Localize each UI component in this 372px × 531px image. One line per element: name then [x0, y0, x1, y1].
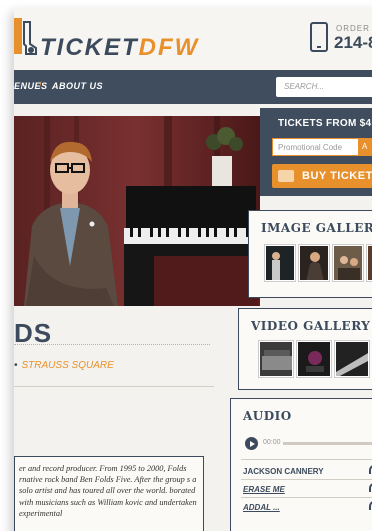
artist-hero-image — [14, 116, 260, 306]
phone-icon — [310, 22, 328, 52]
artist-bio: er and record producer. From 1995 to 200… — [14, 456, 204, 531]
order-phone-number[interactable]: 214-8 — [334, 33, 372, 53]
buy-tickets-button[interactable]: BUY TICKET — [272, 164, 372, 188]
tickets-box: TICKETS FROM $45! Promotional Code A BUY… — [260, 108, 372, 196]
logo-text-dfw: DFW — [138, 34, 200, 61]
gallery-thumbnail[interactable] — [367, 245, 372, 281]
video-thumbnail[interactable] — [335, 341, 369, 377]
video-gallery-panel: VIDEO GALLERY — [238, 308, 372, 390]
play-icon[interactable] — [245, 437, 258, 450]
ticket-logo-icon[interactable] — [14, 16, 38, 60]
track-divider — [241, 459, 372, 460]
track-item[interactable]: ERASE ME — [243, 485, 285, 494]
audio-time: 00:00 — [263, 439, 281, 446]
promo-code-input[interactable]: Promotional Code — [272, 138, 370, 156]
video-gallery-title: VIDEO GALLERY — [251, 319, 371, 333]
image-gallery-panel: IMAGE GALLERY — [248, 210, 372, 298]
gallery-thumbnail[interactable] — [265, 245, 295, 281]
audio-title: AUDIO — [243, 409, 292, 423]
venue-line: • STRAUSS SQUARE — [14, 360, 114, 371]
promo-apply-button[interactable]: A — [358, 138, 372, 156]
image-gallery-title: IMAGE GALLERY — [261, 221, 372, 235]
track-divider — [241, 479, 372, 480]
order-label: ORDER B — [336, 24, 372, 33]
audio-panel: AUDIO 00:00 JACKSON CANNERY ERASE ME ADD… — [230, 398, 372, 531]
gallery-thumbnail[interactable] — [299, 245, 329, 281]
ticket-icon — [278, 170, 294, 182]
buy-tickets-label: BUY TICKET — [302, 170, 372, 182]
logo-text-ticket: TICKET — [40, 34, 139, 61]
track-item[interactable]: JACKSON CANNERY — [243, 467, 324, 476]
venue-bullet: • — [14, 360, 18, 371]
video-thumbnail[interactable] — [259, 341, 293, 377]
gallery-thumbnail[interactable] — [333, 245, 363, 281]
tickets-price-title: TICKETS FROM $45! — [278, 118, 372, 129]
nav-separator: / — [39, 80, 42, 90]
photo-stage: TICKETDFW ORDER B 214-8 ENUES / ABOUT US… — [0, 0, 372, 531]
main-nav: ENUES / ABOUT US SEARCH... — [14, 70, 372, 104]
video-thumbnail[interactable] — [297, 341, 331, 377]
audio-progress-track[interactable] — [283, 442, 372, 445]
site-header: TICKETDFW ORDER B 214-8 — [14, 8, 372, 70]
track-item[interactable]: ADDAL ... — [243, 503, 280, 512]
dotted-divider — [14, 344, 210, 345]
track-divider — [241, 497, 372, 498]
search-input[interactable]: SEARCH... — [276, 77, 372, 97]
site-logo[interactable]: TICKETDFW — [40, 34, 199, 62]
venue-link[interactable]: STRAUSS SQUARE — [22, 360, 114, 371]
divider — [14, 386, 214, 387]
nav-item-about-us[interactable]: ABOUT US — [52, 81, 103, 91]
nav-item-venues[interactable]: ENUES — [14, 81, 48, 91]
website-screen: TICKETDFW ORDER B 214-8 ENUES / ABOUT US… — [14, 8, 372, 531]
